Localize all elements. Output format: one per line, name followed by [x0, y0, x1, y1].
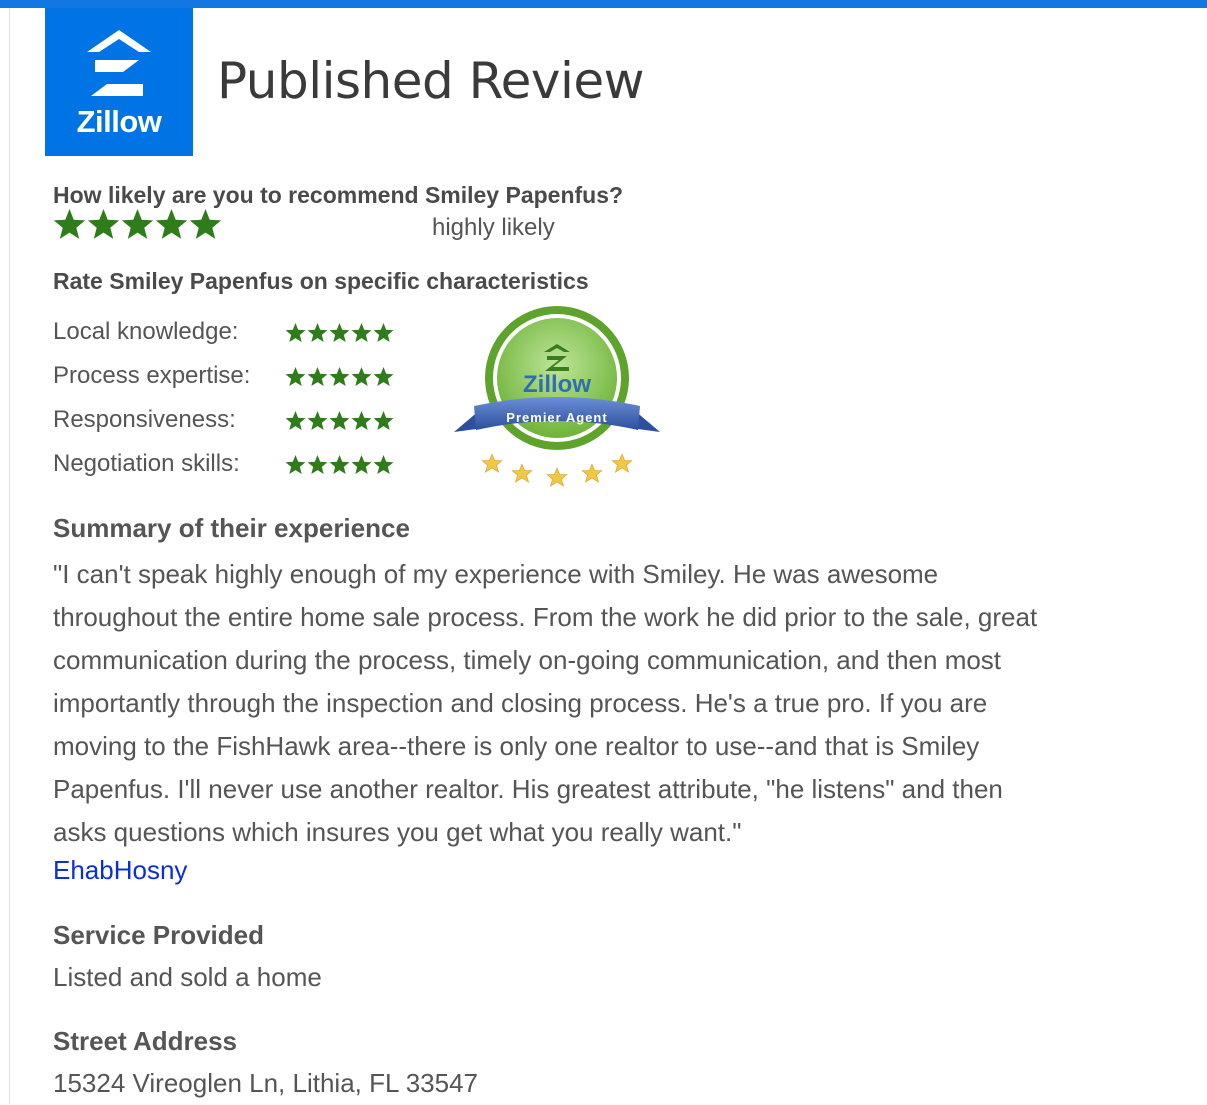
summary-line: throughout the entire home sale process.… — [53, 602, 1038, 632]
service-heading: Service Provided — [53, 920, 264, 950]
badge-ribbon-text: Premier Agent — [506, 410, 607, 425]
address-heading: Street Address — [53, 1026, 237, 1056]
recommend-question: How likely are you to recommend Smiley P… — [53, 182, 624, 208]
rating-label: Responsiveness: — [53, 406, 236, 433]
star-icon — [373, 411, 394, 430]
service-value: Listed and sold a home — [53, 962, 322, 992]
summary-line: Papenfus. I'll never use another realtor… — [53, 774, 1003, 804]
star-icon — [351, 367, 372, 386]
badge-brand-text: Zillow — [523, 371, 591, 398]
star-icon — [307, 367, 328, 386]
star-icon — [351, 455, 372, 474]
star-icon — [155, 209, 188, 239]
star-icon — [373, 323, 394, 342]
rating-label: Local knowledge: — [53, 318, 239, 345]
rating-label: Process expertise: — [53, 362, 251, 389]
star-icon — [121, 209, 154, 239]
characteristics-heading: Rate Smiley Papenfus on specific charact… — [53, 268, 589, 294]
star-icon — [373, 455, 394, 474]
summary-text: "I can't speak highly enough of my exper… — [53, 553, 1203, 854]
star-icon — [87, 209, 120, 239]
recommend-answer: highly likely — [432, 214, 555, 241]
premier-agent-badge: Zillow Premier Agent — [452, 306, 662, 496]
star-icon — [285, 455, 306, 474]
star-icon — [285, 411, 306, 430]
star-icon — [53, 209, 86, 239]
rating-label: Negotiation skills: — [53, 450, 240, 477]
summary-heading: Summary of their experience — [53, 513, 410, 543]
left-rule — [9, 8, 10, 1104]
address-value: 15324 Vireoglen Ln, Lithia, FL 33547 — [53, 1068, 479, 1098]
summary-line: importantly through the inspection and c… — [53, 688, 988, 718]
rating-stars — [285, 454, 394, 480]
star-icon — [329, 411, 350, 430]
recommend-stars — [53, 208, 222, 246]
reviewer-link[interactable]: EhabHosny — [53, 855, 187, 886]
star-icon — [373, 367, 394, 386]
star-icon — [351, 323, 372, 342]
rating-stars — [285, 366, 394, 392]
star-icon — [189, 209, 222, 239]
rating-stars — [285, 410, 394, 436]
star-icon — [285, 367, 306, 386]
summary-line: communication during the process, timely… — [53, 645, 1002, 675]
summary-line: "I can't speak highly enough of my exper… — [53, 559, 939, 589]
star-icon — [351, 411, 372, 430]
star-icon — [307, 455, 328, 474]
star-icon — [285, 323, 306, 342]
summary-line: asks questions which insures you get wha… — [53, 817, 742, 847]
zillow-logo: Zillow — [45, 8, 193, 156]
rating-stars — [285, 322, 394, 348]
star-icon — [329, 367, 350, 386]
logo-text: Zillow — [76, 104, 162, 139]
zillow-z-icon — [87, 30, 151, 96]
star-icon — [329, 323, 350, 342]
page-title: Published Review — [217, 52, 645, 110]
summary-line: moving to the FishHawk area--there is on… — [53, 731, 980, 761]
stars-graphic — [285, 367, 394, 386]
top-border — [0, 0, 1207, 8]
stars-graphic — [285, 455, 394, 474]
stars-graphic — [285, 411, 394, 430]
stars-graphic — [285, 323, 394, 342]
star-icon — [307, 411, 328, 430]
stars-graphic — [53, 209, 222, 239]
star-icon — [329, 455, 350, 474]
star-icon — [307, 323, 328, 342]
